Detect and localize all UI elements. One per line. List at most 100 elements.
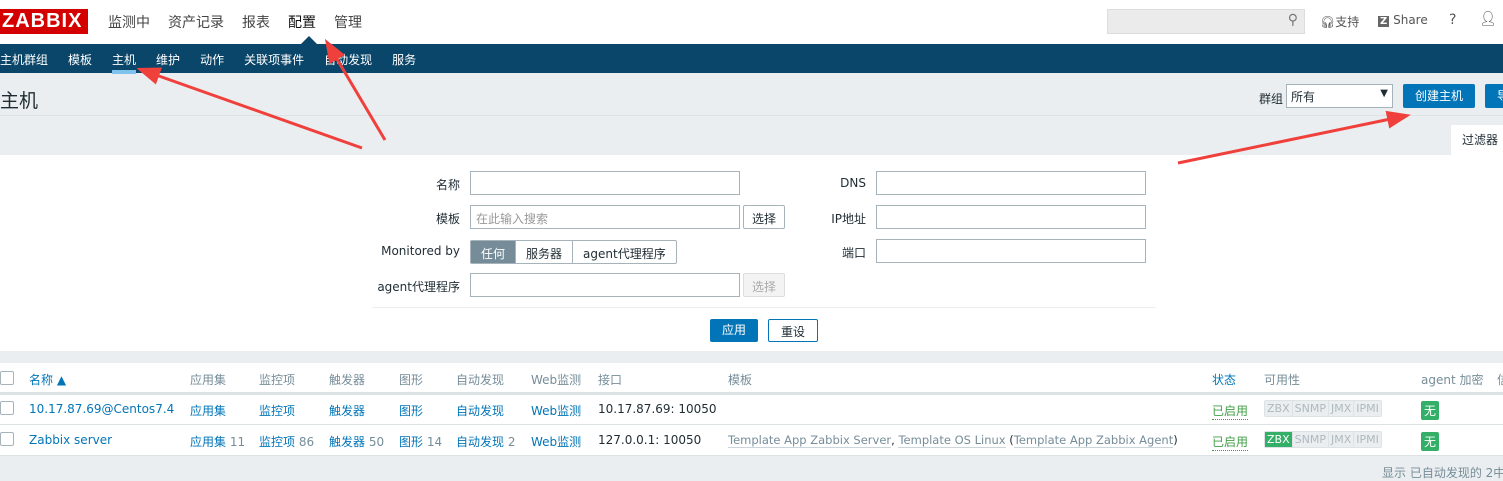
monitored-proxy[interactable]: agent代理程序	[572, 241, 676, 263]
hosts-table: 名称 ▲ 应用集 监控项 触发器 图形 自动发现 Web监测 接口 模板 状态 …	[0, 363, 1503, 456]
header-apps: 应用集	[190, 373, 227, 387]
nav-discovery[interactable]: 自动发现	[324, 44, 372, 73]
apps-link[interactable]: 应用集	[190, 435, 226, 449]
header-info: 信	[1497, 371, 1503, 388]
template-link[interactable]: Template App Zabbix Server	[728, 433, 892, 448]
snmp-badge: SNMP	[1291, 432, 1328, 447]
triggers-cell: 触发器 50	[329, 433, 384, 450]
header-web: Web监测	[531, 373, 582, 387]
template-label: 模板	[435, 212, 460, 226]
menu-administration[interactable]: 管理	[334, 12, 362, 32]
nav-actions[interactable]: 动作	[200, 44, 224, 73]
dns-label: DNS	[840, 176, 866, 190]
share-link[interactable]: Z Share	[1378, 13, 1428, 27]
nav-services[interactable]: 服务	[392, 44, 416, 73]
dropdown-arrow-icon: ▼	[1380, 88, 1388, 99]
nav-host-groups[interactable]: 主机群组	[0, 44, 48, 73]
top-header: ZABBIX 监测中 资产记录 报表 配置 管理 ⚲ 🎧︎支持 Z Share …	[0, 0, 1503, 44]
discovery-link[interactable]: 自动发现	[456, 435, 504, 449]
row-checkbox[interactable]	[0, 432, 14, 446]
header-interface: 接口	[598, 373, 623, 387]
triggers-count: 50	[368, 435, 385, 449]
group-select[interactable]: 所有 ▼	[1286, 84, 1393, 108]
header-availability: 可用性	[1264, 373, 1301, 387]
zabbix-logo[interactable]: ZABBIX	[0, 9, 88, 34]
sub-nav: 主机群组 模板 主机 维护 动作 关联项事件 自动发现 服务	[0, 44, 1503, 74]
import-button[interactable]: 导	[1485, 84, 1503, 108]
apply-button[interactable]: 应用	[710, 319, 758, 342]
web-link[interactable]: Web监测	[531, 433, 581, 450]
nav-templates[interactable]: 模板	[68, 44, 92, 73]
support-link[interactable]: 🎧︎支持	[1320, 13, 1359, 30]
template-link[interactable]: Template App Zabbix Agent	[1013, 433, 1174, 448]
nav-hosts[interactable]: 主机	[112, 44, 137, 74]
graphs-link[interactable]: 图形	[399, 435, 423, 449]
status-enabled[interactable]: 已启用	[1212, 433, 1249, 451]
name-label: 名称	[435, 178, 460, 192]
ipmi-badge: IPMI	[1353, 432, 1381, 447]
menu-configuration[interactable]: 配置	[288, 12, 316, 32]
graphs-cell: 图形 14	[399, 433, 442, 450]
main-menu: 监测中 资产记录 报表 配置 管理	[108, 12, 362, 32]
help-icon[interactable]: ?	[1449, 12, 1456, 28]
row-divider	[0, 455, 1503, 456]
create-host-button[interactable]: 创建主机	[1403, 84, 1475, 108]
search-icon[interactable]: ⚲	[1288, 12, 1298, 28]
row-checkbox[interactable]	[0, 401, 14, 415]
header-graphs: 图形	[399, 373, 424, 387]
zabbix-share-icon: Z	[1378, 16, 1390, 27]
monitored-server[interactable]: 服务器	[515, 241, 572, 263]
header-discovery: 自动发现	[456, 373, 505, 387]
status-enabled[interactable]: 已启用	[1212, 402, 1249, 420]
encryption-badge: 无	[1421, 401, 1440, 420]
proxy-select-button[interactable]: 选择	[743, 273, 786, 297]
monitored-any[interactable]: 任何	[471, 241, 516, 263]
header-templates: 模板	[728, 373, 753, 387]
templates-cell: Template App Zabbix Server, Template OS …	[728, 433, 1178, 448]
host-name-link[interactable]: Zabbix server	[29, 433, 112, 447]
menu-monitoring[interactable]: 监测中	[108, 12, 150, 32]
ip-input[interactable]	[876, 205, 1146, 229]
dns-input[interactable]	[876, 171, 1146, 195]
apps-count: 11	[229, 435, 246, 449]
template-input[interactable]: 在此输入搜索	[470, 205, 740, 229]
support-label: 支持	[1335, 15, 1360, 29]
proxy-input[interactable]	[470, 273, 740, 297]
graphs-link[interactable]: 图形	[399, 402, 423, 419]
availability-badges: ZBX SNMP JMX IPMI	[1264, 400, 1382, 417]
host-name-link[interactable]: 10.17.87.69@Centos7.4	[29, 402, 174, 416]
header-status[interactable]: 状态	[1212, 371, 1236, 388]
header-triggers: 触发器	[329, 373, 366, 387]
nav-maintenance[interactable]: 维护	[156, 44, 180, 73]
template-link[interactable]: Template OS Linux	[898, 433, 1006, 448]
triggers-link[interactable]: 触发器	[329, 402, 365, 419]
web-link[interactable]: Web监测	[531, 402, 581, 419]
port-input[interactable]	[876, 239, 1146, 263]
group-label: 群组	[1259, 92, 1284, 106]
filter-tab[interactable]: 过滤器	[1451, 125, 1503, 155]
header-items: 监控项	[259, 373, 296, 387]
items-link[interactable]: 监控项	[259, 402, 295, 419]
triggers-link[interactable]: 触发器	[329, 435, 365, 449]
interface: 10.17.87.69: 10050	[598, 402, 717, 416]
snmp-badge: SNMP	[1291, 401, 1328, 416]
menu-reports[interactable]: 报表	[242, 12, 270, 32]
discovery-cell: 自动发现 2	[456, 433, 515, 450]
header-encryption: agent 加密	[1421, 373, 1484, 387]
apps-link[interactable]: 应用集	[190, 402, 226, 419]
nav-correlation[interactable]: 关联项事件	[244, 44, 304, 73]
menu-inventory[interactable]: 资产记录	[168, 12, 224, 32]
header-name[interactable]: 名称 ▲	[29, 371, 66, 388]
reset-button[interactable]: 重设	[768, 319, 819, 342]
search-input[interactable]: ⚲	[1107, 9, 1305, 34]
zbx-badge: ZBX	[1265, 401, 1292, 416]
user-profile-icon[interactable]: 👤︎	[1479, 11, 1497, 27]
encryption-badge: 无	[1421, 432, 1440, 451]
apps-cell: 应用集 11	[190, 433, 245, 450]
ipmi-badge: IPMI	[1353, 401, 1381, 416]
items-link[interactable]: 监控项	[259, 435, 295, 449]
select-all-checkbox[interactable]	[0, 371, 14, 385]
discovery-link[interactable]: 自动发现	[456, 402, 504, 419]
jmx-badge: JMX	[1327, 401, 1354, 416]
name-input[interactable]	[470, 171, 740, 195]
